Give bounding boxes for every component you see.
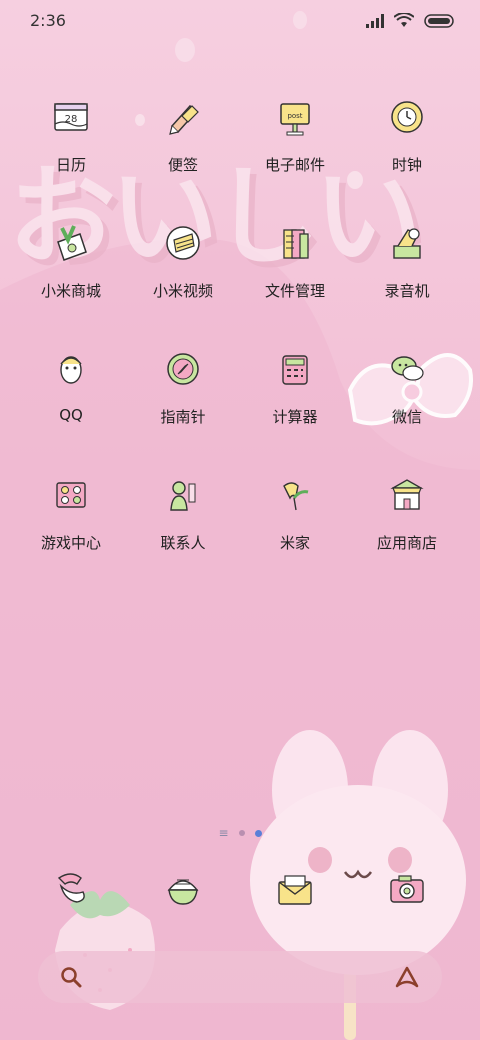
dock-phone[interactable]	[15, 862, 127, 914]
mi-video-icon	[166, 226, 200, 260]
app-label: 录音机	[384, 282, 430, 300]
app-label: 小米视频	[152, 282, 213, 300]
dock	[15, 862, 465, 914]
search-bar[interactable]	[38, 951, 442, 1003]
phone-icon	[57, 873, 85, 903]
mijia-icon	[283, 482, 309, 511]
dock-camera[interactable]	[351, 862, 463, 914]
camera-icon	[390, 875, 424, 903]
app-notes[interactable]: 便签	[127, 90, 239, 216]
page-indicator[interactable]: ≡	[0, 826, 480, 840]
app-calculator[interactable]: 计算器	[239, 342, 351, 468]
dock-messages[interactable]	[239, 862, 351, 914]
contacts-icon	[170, 481, 196, 511]
app-label: 应用商店	[376, 534, 437, 552]
app-label: 便签	[167, 156, 198, 174]
search-icon	[61, 967, 82, 988]
file-manager-icon	[283, 229, 309, 259]
app-qq[interactable]: QQ	[15, 342, 127, 468]
calculator-icon	[282, 355, 308, 385]
compass-icon	[167, 353, 199, 385]
app-wechat[interactable]: 微信	[351, 342, 463, 468]
app-contacts[interactable]: 联系人	[127, 468, 239, 594]
page-dot-active	[254, 829, 262, 837]
browser-icon	[167, 879, 199, 905]
status-time: 2:36	[30, 11, 66, 30]
app-label: 指南针	[160, 408, 206, 426]
app-label: 文件管理	[264, 282, 325, 300]
app-app-store[interactable]: 应用商店	[351, 468, 463, 594]
app-label: 游戏中心	[40, 534, 101, 552]
app-mijia[interactable]: 米家	[239, 468, 351, 594]
app-label: 微信	[391, 408, 422, 426]
app-label: 电子邮件	[264, 156, 325, 174]
svg-text:post: post	[287, 112, 302, 120]
svg-text:28: 28	[65, 114, 78, 125]
app-mi-store[interactable]: 小米商城	[15, 216, 127, 342]
email-icon: post	[280, 103, 310, 136]
app-store-icon	[390, 479, 424, 510]
app-label: 计算器	[272, 408, 318, 426]
app-clock[interactable]: 时钟	[351, 90, 463, 216]
wechat-icon	[391, 356, 424, 381]
wifi-icon	[394, 13, 414, 27]
app-label: 时钟	[391, 156, 422, 174]
calendar-icon: 28	[54, 103, 88, 131]
assistant-icon[interactable]	[394, 965, 420, 989]
app-game-center[interactable]: 游戏中心	[15, 468, 127, 594]
app-grid: 28 日历 便签 post 电子邮件 时钟 小米商城 小米视频 文件管理 录音机…	[15, 90, 465, 594]
page-list-icon: ≡	[218, 826, 229, 840]
app-mi-video[interactable]: 小米视频	[127, 216, 239, 342]
app-compass[interactable]: 指南针	[127, 342, 239, 468]
battery-icon	[424, 13, 454, 28]
app-label: QQ	[59, 406, 83, 424]
status-bar: 2:36	[0, 0, 480, 42]
notes-icon	[169, 104, 199, 135]
clock-icon	[391, 101, 423, 133]
mi-store-icon	[57, 225, 87, 261]
app-label: 米家	[279, 534, 310, 552]
app-recorder[interactable]: 录音机	[351, 216, 463, 342]
qq-icon	[60, 356, 82, 384]
app-label: 日历	[55, 156, 86, 174]
messages-icon	[278, 875, 312, 905]
app-email[interactable]: post 电子邮件	[239, 90, 351, 216]
signal-icon	[366, 13, 384, 28]
recorder-icon	[393, 228, 421, 259]
app-label: 联系人	[160, 534, 206, 552]
app-file-manager[interactable]: 文件管理	[239, 216, 351, 342]
app-label: 小米商城	[40, 282, 101, 300]
page-dot	[238, 830, 245, 836]
game-center-icon	[56, 482, 86, 508]
app-calendar[interactable]: 28 日历	[15, 90, 127, 216]
dock-browser[interactable]	[127, 862, 239, 914]
